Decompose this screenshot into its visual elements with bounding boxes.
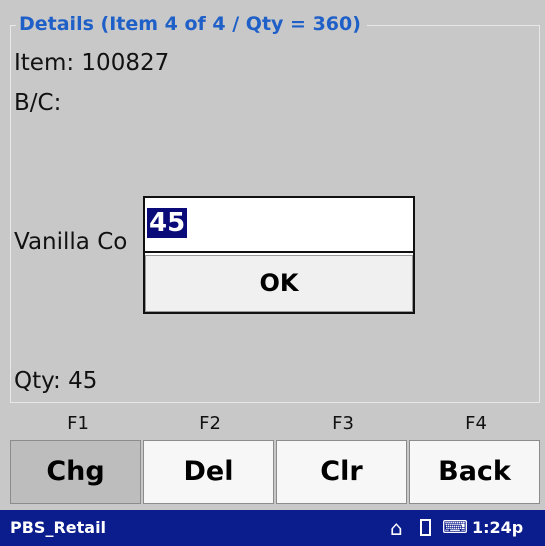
qty-input-selection: 45 bbox=[147, 208, 188, 238]
system-tray: ⌂ ⌨ 1:24p bbox=[390, 510, 545, 546]
back-button[interactable]: Back bbox=[409, 440, 540, 504]
item-description: Vanilla Co bbox=[14, 229, 128, 255]
bc-field: B/C: bbox=[14, 88, 61, 118]
clock[interactable]: 1:24p bbox=[472, 510, 523, 546]
screen: { "details": { "legend": "Details (Item … bbox=[0, 0, 545, 546]
qty-dialog: 45 OK bbox=[143, 196, 415, 314]
qty-value: 45 bbox=[68, 368, 98, 394]
f2-label: F2 bbox=[199, 413, 221, 434]
clr-button[interactable]: Clr bbox=[276, 440, 407, 504]
f4-label: F4 bbox=[465, 413, 487, 434]
qty-field: Qty: 45 bbox=[14, 366, 97, 396]
qty-label: Qty: bbox=[14, 368, 61, 394]
item-value: 100827 bbox=[81, 50, 170, 76]
f3-label: F3 bbox=[332, 413, 354, 434]
details-legend: Details (Item 4 of 4 / Qty = 360) bbox=[16, 10, 367, 38]
keyboard-icon[interactable]: ⌨ bbox=[442, 510, 468, 546]
home-icon[interactable]: ⌂ bbox=[390, 510, 403, 546]
chg-button[interactable]: Chg bbox=[10, 440, 141, 504]
function-key-labels: F1 F2 F3 F4 bbox=[0, 410, 545, 438]
app-name[interactable]: PBS_Retail bbox=[10, 510, 106, 546]
ok-button[interactable]: OK bbox=[145, 255, 413, 312]
item-field: Item: 100827 bbox=[14, 48, 169, 78]
f1-label: F1 bbox=[67, 413, 89, 434]
taskbar: PBS_Retail ⌂ ⌨ 1:24p bbox=[0, 510, 545, 546]
battery-icon[interactable] bbox=[420, 519, 431, 536]
item-label: Item: bbox=[14, 50, 75, 76]
del-button[interactable]: Del bbox=[143, 440, 274, 504]
bc-label: B/C: bbox=[14, 90, 62, 116]
